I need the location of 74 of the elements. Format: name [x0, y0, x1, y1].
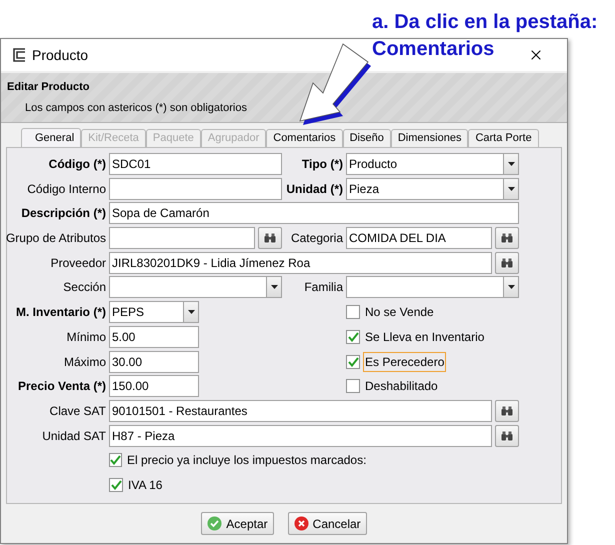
checkbox-label: Se Lleva en Inventario — [364, 328, 486, 346]
header-title: Editar Producto — [7, 80, 91, 95]
search-button[interactable] — [495, 424, 519, 447]
field-label: Clave SAT — [50, 402, 106, 420]
lookup-field[interactable]: H87 - Pieza — [109, 424, 492, 447]
checkbox[interactable] — [346, 330, 360, 344]
lookup-field[interactable]: JIRL830201DK9 - Lidia Jímenez Roa — [109, 252, 492, 274]
search-button[interactable] — [495, 252, 519, 274]
binoculars-icon — [501, 406, 513, 416]
dropdown-field[interactable]: PEPS — [109, 301, 199, 324]
cancel-button[interactable]: Cancelar — [288, 512, 367, 535]
checkbox[interactable] — [109, 478, 123, 492]
bracket-icon — [11, 47, 27, 63]
checkbox-label: Deshabilitado — [364, 378, 439, 396]
field-label: Descripción (*) — [21, 205, 106, 222]
checkbox[interactable] — [346, 354, 360, 368]
binoculars-icon — [264, 233, 276, 244]
field-label: Categoria — [290, 230, 343, 248]
dropdown-arrow-icon — [508, 186, 514, 191]
text-field[interactable]: 5.00 — [109, 326, 199, 348]
checkbox[interactable] — [109, 453, 122, 468]
field-label: Mínimo — [66, 328, 106, 346]
tab[interactable]: General — [21, 128, 82, 147]
lookup-field[interactable]: 90101501 - Restaurantes — [109, 400, 492, 422]
search-button[interactable] — [495, 227, 519, 250]
tab[interactable]: Dimensiones — [390, 129, 468, 147]
tab[interactable]: Carta Porte — [468, 129, 539, 147]
dropdown-arrow-icon — [188, 310, 194, 314]
dropdown-arrow-icon — [508, 162, 514, 166]
search-button[interactable] — [258, 227, 282, 250]
field-label: Código Interno — [27, 180, 106, 198]
binoculars-icon — [501, 430, 513, 441]
dropdown-field[interactable]: Producto — [346, 153, 519, 175]
field-label: Grupo de Atributos — [6, 230, 106, 248]
binoculars-icon — [501, 258, 513, 268]
text-field[interactable]: 30.00 — [109, 350, 199, 372]
instruction-text: a. Da clic en la pestaña: — [372, 10, 598, 35]
checkbox-label: IVA 16 — [127, 476, 164, 494]
field-label: Proveedor — [50, 254, 106, 272]
tab[interactable]: Comentarios — [266, 129, 343, 147]
field-label: Tipo (*) — [302, 156, 343, 173]
field-label: Familia — [304, 279, 343, 296]
lookup-field[interactable]: COMIDA DEL DIA — [346, 227, 492, 250]
header-subtitle: Los campos con astericos (*) son obligatorios — [25, 100, 248, 116]
text-field[interactable]: 150.00 — [109, 375, 199, 398]
accept-button[interactable]: Aceptar — [201, 512, 274, 535]
binoculars-icon — [501, 233, 513, 244]
field-label: Unidad SAT — [42, 428, 106, 445]
instruction-text: Comentarios — [372, 37, 494, 62]
field-label: Unidad (*) — [286, 180, 343, 198]
field-label: Precio Venta (*) — [18, 378, 106, 396]
text-field[interactable]: Sopa de Camarón — [109, 202, 519, 224]
field-label: Código (*) — [48, 156, 106, 173]
check-circle-icon — [207, 516, 222, 531]
field-label: M. Inventario (*) — [16, 304, 106, 322]
search-button[interactable] — [495, 400, 519, 422]
checkbox-label: No se Vende — [364, 304, 435, 322]
text-field[interactable] — [109, 178, 282, 200]
dropdown-field[interactable] — [346, 276, 519, 298]
dropdown-field[interactable] — [109, 276, 282, 298]
window-title: Producto — [32, 46, 88, 64]
checkbox-label: El precio ya incluye los impuestos marcados: — [126, 452, 368, 470]
text-field[interactable]: SDC01 — [109, 153, 282, 175]
dropdown-arrow-icon — [508, 285, 514, 290]
field-label: Máximo — [64, 354, 106, 370]
dropdown-arrow-icon — [270, 285, 278, 290]
cancel-circle-icon — [294, 516, 309, 531]
lookup-field[interactable] — [109, 227, 255, 250]
field-label: Sección — [63, 279, 106, 296]
checkbox[interactable] — [346, 379, 360, 394]
dropdown-field[interactable]: Pieza — [346, 178, 519, 200]
checkbox[interactable] — [346, 305, 360, 320]
tab[interactable]: Diseño — [342, 129, 391, 147]
checkbox-label: Es Perecedero — [363, 352, 446, 372]
